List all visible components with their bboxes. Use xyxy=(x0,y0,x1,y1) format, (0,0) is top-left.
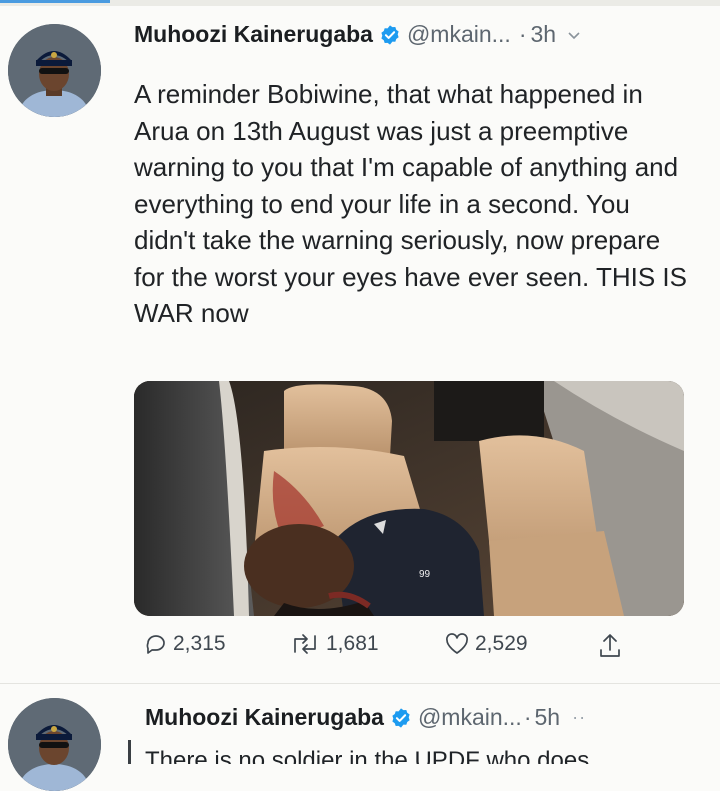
tweet-1[interactable]: Muhoozi Kainerugaba @mkain... · 3h A rem… xyxy=(0,0,720,684)
separator-dot: · xyxy=(518,21,527,47)
more-icon[interactable]: ·· xyxy=(572,707,586,728)
thread-line xyxy=(128,740,131,764)
verified-badge-icon xyxy=(381,24,399,45)
tweet-header: Muhoozi Kainerugaba @mkain... · 3h xyxy=(134,21,582,48)
like-icon xyxy=(446,633,468,654)
avatar[interactable] xyxy=(8,698,101,791)
like-count: 2,529 xyxy=(475,632,528,655)
reply-button[interactable]: 2,315 xyxy=(144,632,226,656)
author-handle[interactable]: @mkain... xyxy=(418,704,522,731)
avatar-image xyxy=(8,698,101,791)
tweet-2-text: There is no soldier in the UPDF who does xyxy=(145,747,590,764)
reply-icon xyxy=(146,635,165,654)
verified-badge-icon xyxy=(392,707,410,728)
reply-count: 2,315 xyxy=(173,632,226,655)
retweet-count: 1,681 xyxy=(326,632,379,655)
author-name[interactable]: Muhoozi Kainerugaba xyxy=(145,704,384,731)
shirt-number: 99 xyxy=(419,569,431,580)
tweet-2-header: Muhoozi Kainerugaba @mkain... · 5h ·· xyxy=(145,704,586,731)
tweet-text: A reminder Bobiwine, that what happened … xyxy=(134,79,687,328)
share-button[interactable] xyxy=(597,632,628,660)
like-button[interactable]: 2,529 xyxy=(444,632,528,656)
chevron-down-icon[interactable] xyxy=(566,27,582,43)
tweet-actions: 2,315 1,681 2,529 xyxy=(134,632,654,668)
author-handle[interactable]: @mkain... xyxy=(407,21,511,48)
tweet-media-image[interactable]: 99 xyxy=(134,381,684,616)
share-icon xyxy=(600,634,620,657)
retweet-button[interactable]: 1,681 xyxy=(289,632,379,656)
retweet-icon xyxy=(294,634,316,654)
separator-dot: · xyxy=(523,704,532,730)
author-name[interactable]: Muhoozi Kainerugaba xyxy=(134,21,373,48)
media-photo: 99 xyxy=(134,381,684,616)
timestamp[interactable]: 5h xyxy=(535,704,561,731)
timestamp[interactable]: 3h xyxy=(531,21,557,48)
avatar-image xyxy=(8,24,101,117)
avatar[interactable] xyxy=(8,24,101,117)
